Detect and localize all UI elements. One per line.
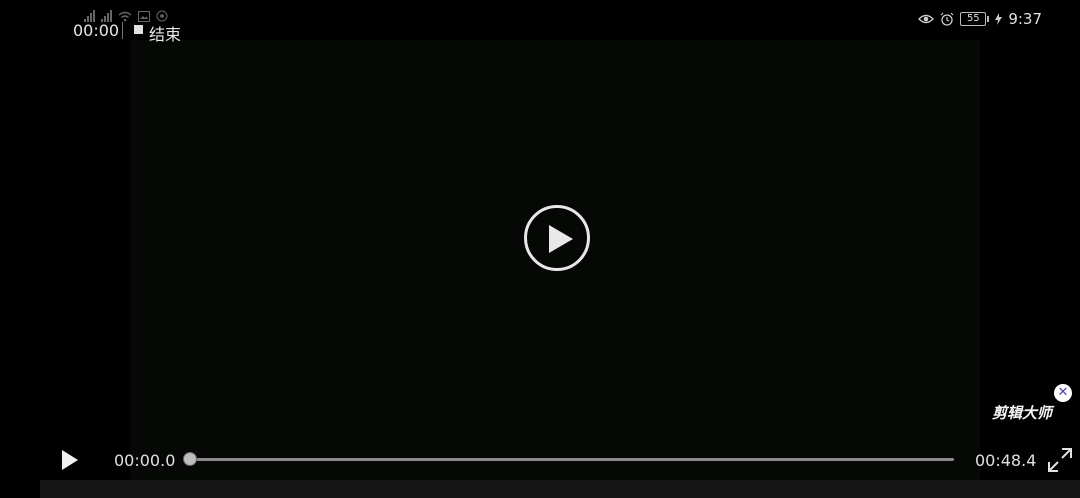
seek-bar[interactable] [183, 452, 954, 466]
watermark-label: 剪辑大师 [992, 404, 1053, 422]
play-icon [62, 450, 78, 470]
stop-icon[interactable] [134, 25, 143, 34]
seek-thumb[interactable] [183, 452, 197, 466]
end-recording-button[interactable]: 结束 [149, 21, 181, 45]
play-button[interactable] [60, 449, 80, 471]
battery-icon: 55 [960, 12, 990, 26]
image-icon [138, 10, 150, 22]
charging-icon [995, 13, 1003, 25]
current-time: 00:00.0 [114, 451, 176, 470]
alarm-icon [940, 12, 954, 26]
watermark-close-button[interactable]: ✕ [1054, 384, 1072, 402]
recording-time: 00:00 [73, 21, 120, 40]
fullscreen-icon [1048, 448, 1072, 472]
bottom-strip [40, 480, 1080, 498]
total-time: 00:48.4 [975, 451, 1037, 470]
fullscreen-button[interactable] [1046, 446, 1074, 474]
wifi-icon [118, 11, 132, 21]
status-divider [122, 22, 123, 39]
close-icon: ✕ [1057, 385, 1069, 400]
eye-icon [918, 14, 935, 24]
play-circle-icon [549, 225, 573, 253]
clock: 9:37 [1008, 10, 1042, 28]
status-icons-right: 55 9:37 [918, 10, 1042, 28]
battery-level: 55 [966, 13, 980, 24]
center-play-button[interactable] [524, 205, 590, 271]
